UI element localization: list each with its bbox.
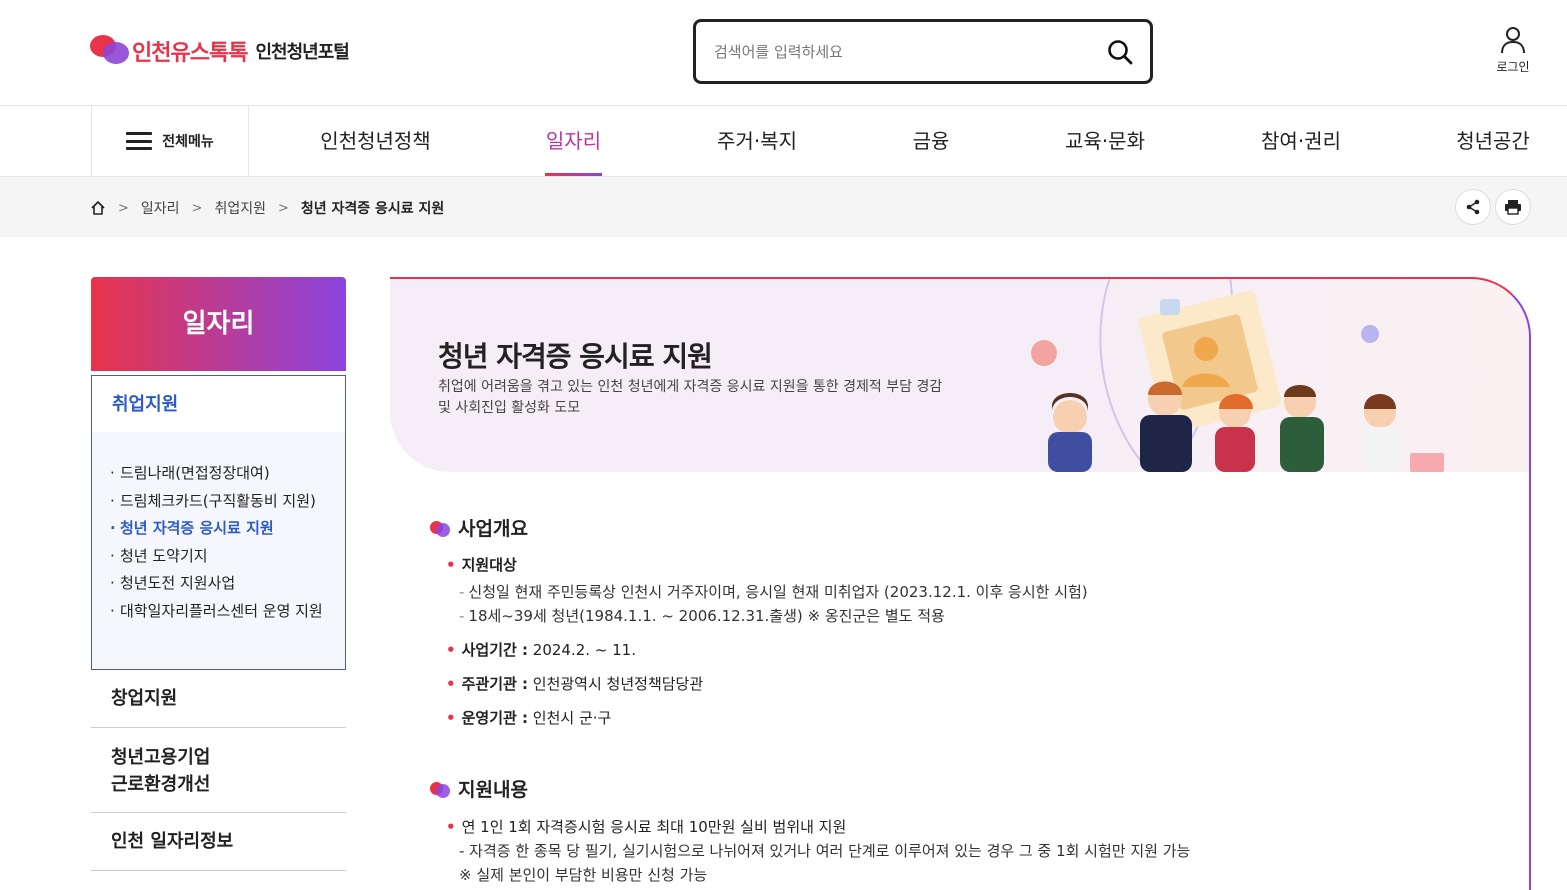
nav-item-education-culture[interactable]: 교육·문화 <box>1063 106 1147 176</box>
banner-illustration <box>1031 277 1444 472</box>
main-nav: 전체메뉴 인천청년정책 일자리 주거·복지 금융 교육·문화 참여·권리 청년공… <box>0 106 1567 177</box>
home-icon[interactable] <box>90 200 106 216</box>
operator-item: • 운영기관 : 인천시 군·구 <box>446 707 611 728</box>
logo-main-text: 인천유스톡톡 <box>132 41 248 66</box>
support-item: • 연 1인 1회 자격증시험 응시료 최대 10만원 실비 범위내 지원 <box>446 816 846 837</box>
bullet-bubbles-icon <box>430 780 450 798</box>
period-item: • 사업기간 : 2024.2. ~ 11. <box>446 639 636 660</box>
sidebar-item-job-info[interactable]: 인천 일자리정보 <box>91 813 346 871</box>
sidebar-subitem-active[interactable]: 청년 자격증 응시료 지원 <box>110 517 327 539</box>
sidebar-item-startup[interactable]: 창업지원 <box>91 670 346 728</box>
search-input[interactable] <box>714 36 1084 68</box>
user-icon <box>1501 27 1525 54</box>
section-heading-text: 사업개요 <box>458 518 528 540</box>
login-label: 로그인 <box>1496 60 1530 74</box>
logo-sub-text: 인천청년포털 <box>255 42 349 63</box>
support-line-3: ※ 실제 본인이 부담한 비용만 신청 가능 <box>459 866 708 884</box>
period-value: 2024.2. ~ 11. <box>528 641 636 659</box>
bullet-dot: • <box>446 556 456 574</box>
target-line-2: -18세~39세 청년(1984.1.1. ~ 2006.12.31.출생) ※… <box>459 605 945 626</box>
nav-item-policy[interactable]: 인천청년정책 <box>319 106 432 176</box>
breadcrumb: > 일자리 > 취업지원 > 청년 자격증 응시료 지원 <box>90 198 444 218</box>
print-icon <box>1505 200 1521 215</box>
breadcrumb-current: 청년 자격증 응시료 지원 <box>300 201 445 217</box>
all-menu-label: 전체메뉴 <box>162 134 214 150</box>
sidebar-title: 일자리 <box>91 277 346 371</box>
dash-marker: - <box>459 607 465 625</box>
target-line-1: - 신청일 현재 주민등록상 인천시 거주자이며, 응시일 현재 미취업자 (20… <box>459 581 1088 602</box>
nav-item-housing-welfare[interactable]: 주거·복지 <box>715 106 799 176</box>
share-icon <box>1466 199 1480 215</box>
bullet-dot: • <box>446 675 456 693</box>
nav-item-youth-space[interactable]: 청년공간 <box>1455 106 1531 176</box>
print-button[interactable] <box>1495 189 1531 225</box>
target-label: 지원대상 <box>461 556 517 574</box>
site-header: 인천유스톡톡 인천청년포털 로그인 <box>0 0 1567 106</box>
target-item: • 지원대상 <box>446 554 517 575</box>
host-value: 인천광역시 청년정책담당관 <box>528 675 704 693</box>
chevron-right-icon: > <box>191 200 203 216</box>
logo-bubbles-icon <box>90 33 130 69</box>
nav-item-finance[interactable]: 금융 <box>911 106 951 176</box>
site-logo[interactable]: 인천유스톡톡 인천청년포털 <box>90 33 350 69</box>
bullet-dot: • <box>446 709 456 727</box>
sidebar-subitem[interactable]: 청년 도약기지 <box>110 545 327 567</box>
search-button[interactable] <box>1106 38 1134 66</box>
page-title: 청년 자격증 응시료 지원 <box>438 340 713 373</box>
login-button[interactable]: 로그인 <box>1490 26 1536 75</box>
operator-label: 운영기관 : <box>461 709 529 727</box>
dash-marker: - <box>459 583 465 601</box>
target-line-text: 18세~39세 청년(1984.1.1. ~ 2006.12.31.출생) ※ … <box>468 607 945 625</box>
sidebar-group-title[interactable]: 취업지원 <box>92 376 345 432</box>
operator-value: 인천시 군·구 <box>528 709 612 727</box>
host-label: 주관기관 : <box>461 675 529 693</box>
chevron-right-icon: > <box>277 200 289 216</box>
section-heading-support: 지원내용 <box>430 775 528 802</box>
bullet-dot: • <box>446 641 456 659</box>
nav-item-jobs[interactable]: 일자리 <box>545 106 602 176</box>
support-line-2: - 자격증 한 종목 당 필기, 실기시험으로 나뉘어져 있거나 여러 단계로 … <box>459 842 1191 860</box>
period-label: 사업기간 : <box>461 641 529 659</box>
sidebar-subitem[interactable]: 드림체크카드(구직활동비 지원) <box>110 490 327 512</box>
chevron-right-icon: > <box>118 200 129 216</box>
host-item: • 주관기관 : 인천광역시 청년정책담당관 <box>446 673 703 694</box>
breadcrumb-item-employment-support[interactable]: 취업지원 <box>214 198 266 218</box>
sidebar-item-workplace-improvement[interactable]: 청년고용기업 근로환경개선 <box>91 728 346 813</box>
sidebar-item-label: 청년고용기업 근로환경개선 <box>111 747 211 795</box>
sidebar-submenu: 드림나래(면접정장대여) 드림체크카드(구직활동비 지원) 청년 자격증 응시료… <box>92 432 345 622</box>
sidebar-subitem[interactable]: 청년도전 지원사업 <box>110 572 327 594</box>
breadcrumb-bar: > 일자리 > 취업지원 > 청년 자격증 응시료 지원 <box>0 177 1567 237</box>
section-heading-text: 지원내용 <box>458 779 528 801</box>
hamburger-icon <box>126 132 153 150</box>
sidebar-subitem[interactable]: 드림나래(면접정장대여) <box>110 462 327 484</box>
search-box <box>693 19 1153 84</box>
sidebar-group-employment-support: 취업지원 드림나래(면접정장대여) 드림체크카드(구직활동비 지원) 청년 자격… <box>91 375 346 670</box>
page-description: 취업에 어려움을 겪고 있는 인천 청년에게 자격증 응시료 지원을 통한 경제… <box>438 379 943 416</box>
all-menu-button[interactable]: 전체메뉴 <box>91 106 249 176</box>
nav-item-participation-rights[interactable]: 참여·권리 <box>1259 106 1343 176</box>
support-line-1: 연 1인 1회 자격증시험 응시료 최대 10만원 실비 범위내 지원 <box>461 818 847 836</box>
search-icon <box>1108 40 1133 65</box>
page-banner: 청년 자격증 응시료 지원 취업에 어려움을 겪고 있는 인천 청년에게 자격증… <box>390 277 1530 472</box>
breadcrumb-item-jobs[interactable]: 일자리 <box>141 198 180 218</box>
target-line-text: 신청일 현재 주민등록상 인천시 거주자이며, 응시일 현재 미취업자 (202… <box>468 583 1088 601</box>
section-heading-overview: 사업개요 <box>430 514 528 541</box>
sidebar-subitem[interactable]: 대학일자리플러스센터 운영 지원 <box>110 600 327 622</box>
bullet-bubbles-icon <box>430 519 450 537</box>
share-button[interactable] <box>1455 189 1491 225</box>
bullet-dot: • <box>446 818 456 836</box>
